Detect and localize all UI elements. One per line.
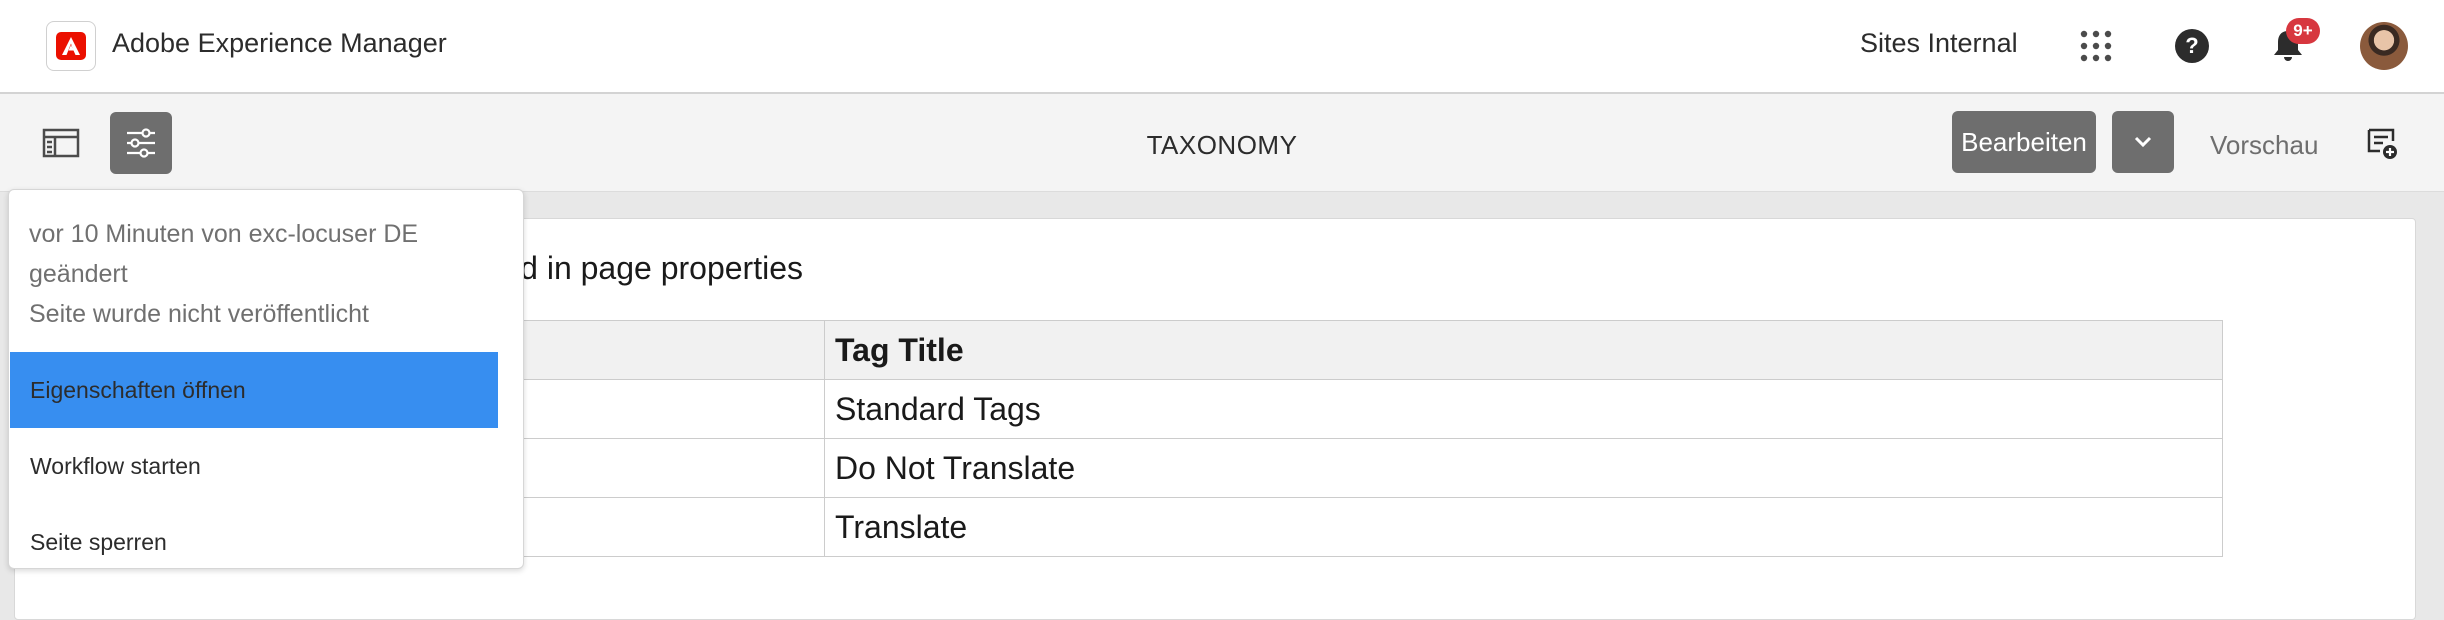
annotations-button[interactable] [2360,122,2404,166]
shell-header: Adobe Experience Manager Sites Internal … [0,0,2444,94]
table-row: Translate [330,497,2223,557]
edit-mode-button[interactable]: Bearbeiten [1952,111,2096,173]
org-switcher[interactable]: Sites Internal [1860,28,2018,59]
table-row: Standard Tags [330,379,2223,439]
modified-info: vor 10 Minuten von exc-locuser DE [29,220,419,248]
app-title[interactable]: Adobe Experience Manager [112,28,447,59]
table-cell: Standard Tags [824,379,2223,439]
table-header-row: Tag Title [330,320,2223,380]
chevron-down-icon [2134,136,2152,148]
avatar[interactable] [2360,22,2408,70]
menu-item-open-properties[interactable]: Eigenschaften öffnen [10,352,498,428]
menu-item-lock-page[interactable]: Seite sperren [10,504,498,580]
svg-text:?: ? [2185,33,2198,58]
annotations-icon [2367,128,2397,159]
adobe-logo-icon[interactable] [46,21,96,71]
notification-badge: 9+ [2286,18,2320,44]
page-info-popover: vor 10 Minuten von exc-locuser DE geände… [8,189,524,569]
table-row: Do Not Translate [330,438,2223,498]
table-header-cell: Tag Title [824,320,2223,380]
modified-info-cont: geändert [29,260,128,288]
editor-toolbar: TAXONOMY Bearbeiten Vorschau [0,94,2444,192]
help-icon[interactable]: ? [2168,22,2216,70]
table-cell: Translate [824,497,2223,557]
publish-status: Seite wurde nicht veröffentlicht [29,300,370,328]
menu-item-start-workflow[interactable]: Workflow starten [10,428,498,504]
apps-grid-icon[interactable] [2072,22,2120,70]
mode-dropdown-button[interactable] [2112,111,2174,173]
tag-table: Tag Title Standard Tags Do Not Translate… [330,320,2223,557]
table-cell: Do Not Translate [824,438,2223,498]
page-status-info: vor 10 Minuten von exc-locuser DE geände… [29,214,499,334]
preview-button[interactable]: Vorschau [2210,130,2318,161]
